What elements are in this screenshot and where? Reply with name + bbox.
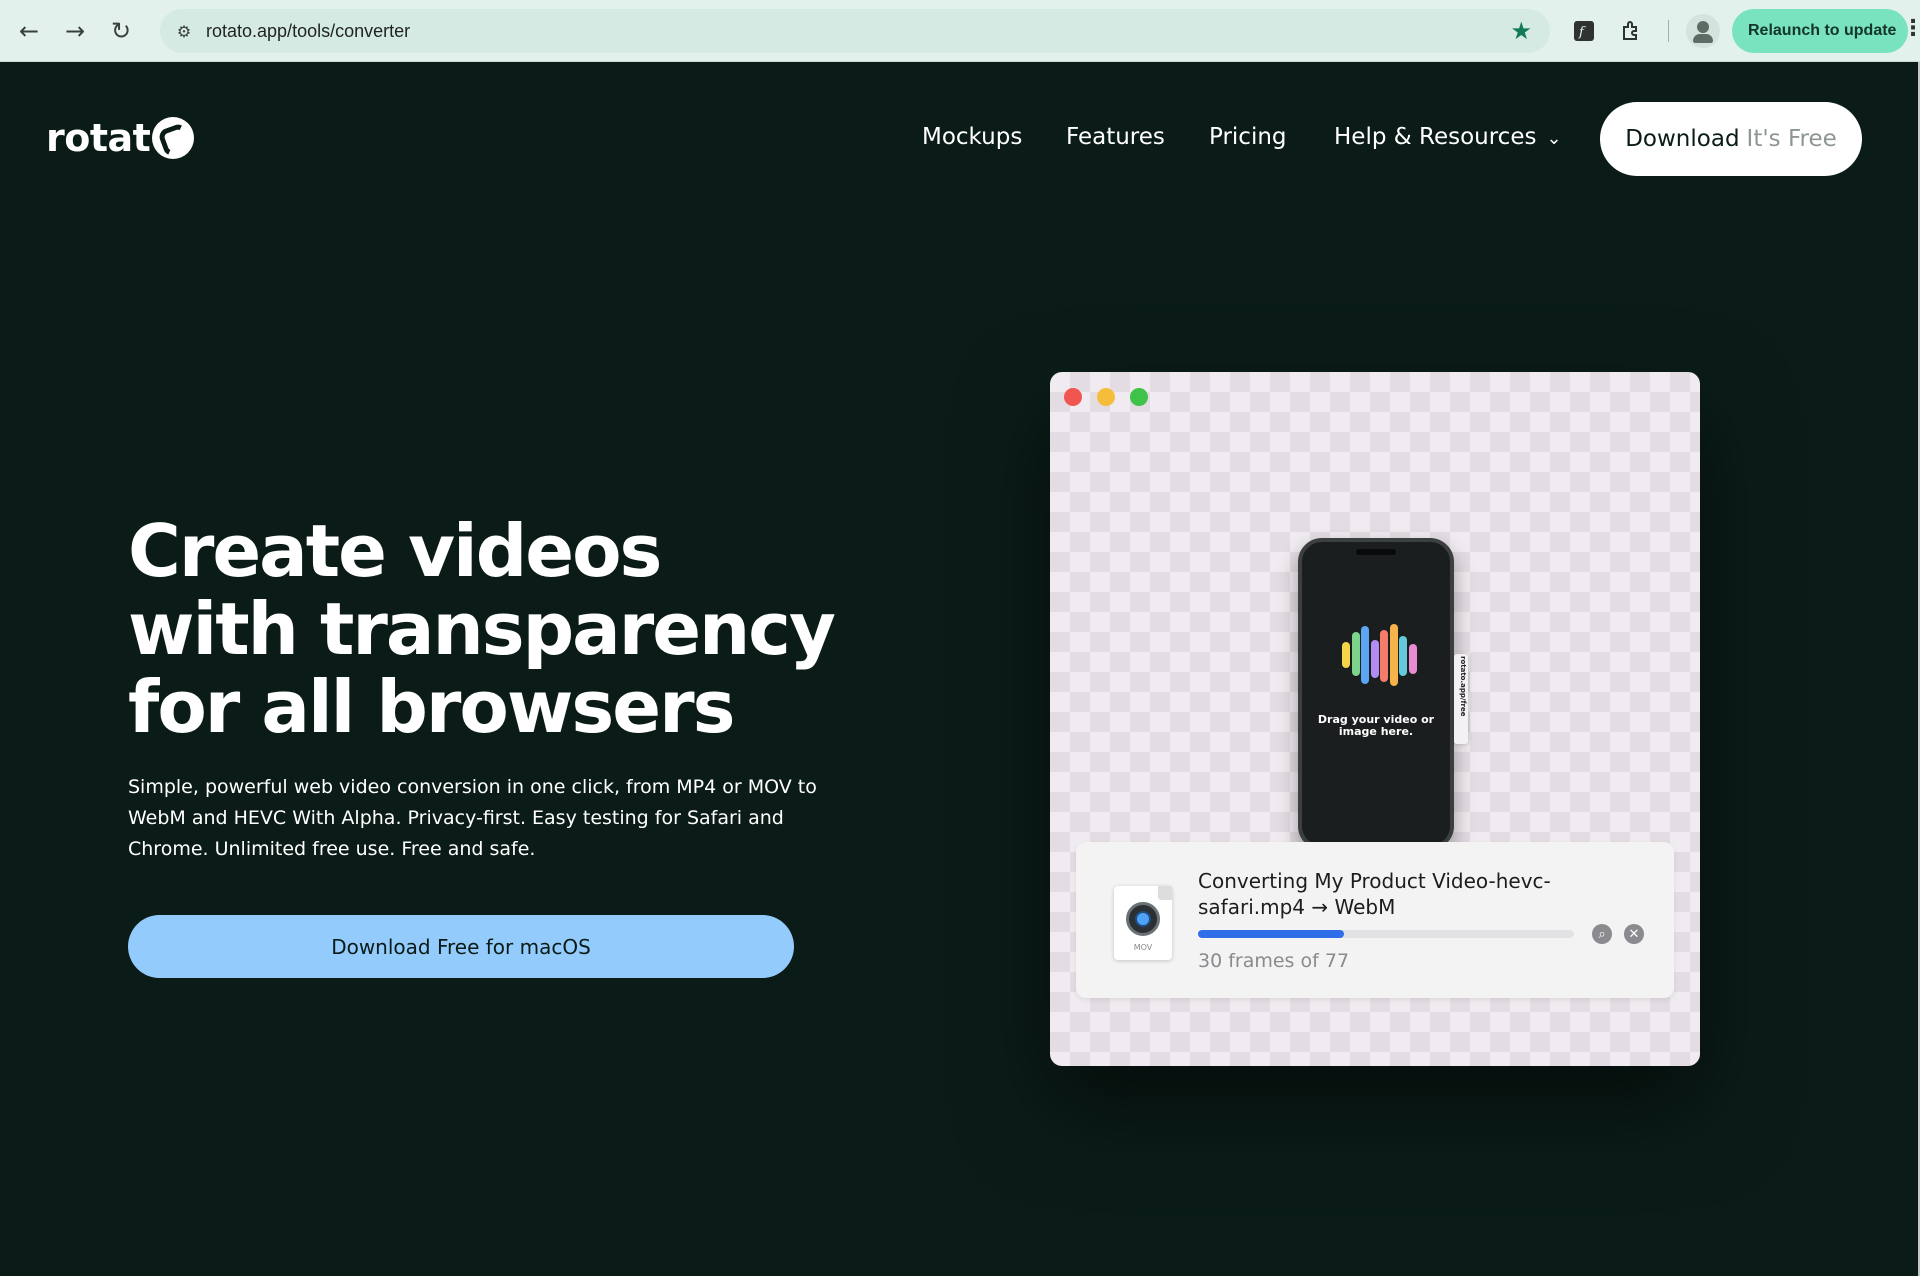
page-body: rotat Mockups Features Pricing Help & Re… [0,62,1920,1276]
rotato-logo[interactable]: rotat [46,116,195,160]
hero-title-line-1: Create videos [128,509,662,593]
download-button-header[interactable]: Download It's Free [1600,102,1862,176]
conversion-card: MOV Converting My Product Video-hevc-saf… [1076,842,1674,998]
logo-bar [1351,632,1360,676]
nav-mockups[interactable]: Mockups [922,124,1022,150]
logo-bar [1408,644,1417,674]
download-sub-label: It's Free [1746,126,1837,152]
cancel-close-icon[interactable]: ✕ [1624,924,1644,944]
phone-logo-bars [1342,622,1418,692]
mov-file-icon: MOV [1114,886,1172,960]
phone-side-label: rotato.app/free [1454,654,1468,744]
phone-drop-text: Drag your video or image here. [1317,713,1435,738]
forward-icon[interactable]: → [52,8,98,54]
logo-bar [1361,626,1369,684]
relaunch-button[interactable]: Relaunch to update [1732,9,1908,53]
progress-bar [1198,930,1574,938]
app-window-mockup: Drag your video or image here. rotato.ap… [1050,372,1700,1066]
extension-font-icon[interactable]: f [1568,15,1600,47]
nav-features[interactable]: Features [1066,124,1165,150]
logo-text: rotat [46,116,151,160]
logo-bar [1342,642,1350,668]
url-text[interactable]: rotato.app/tools/converter [206,21,410,42]
download-label: Download [1625,126,1740,152]
progress-label: 30 frames of 77 [1198,950,1350,972]
phone-notch [1356,549,1396,555]
reveal-search-icon[interactable]: ⌕ [1592,924,1612,944]
conversion-title: Converting My Product Video-hevc-safari.… [1198,869,1551,919]
logo-bar [1399,636,1407,676]
logo-bar [1370,640,1379,678]
chevron-down-icon: ⌄ [1546,128,1562,149]
profile-icon[interactable] [1686,14,1720,48]
progress-fill [1198,930,1345,938]
logo-bar [1389,624,1398,686]
file-ext-label: MOV [1133,943,1153,952]
phone-side-text: rotato.app/free [1459,656,1467,717]
hero-title: Create videos with transparency for all … [128,512,848,746]
logo-bar [1380,630,1388,682]
logo-o-icon [152,117,195,159]
nav-pricing[interactable]: Pricing [1209,124,1287,150]
browser-toolbar: ← → ↻ ⚙ rotato.app/tools/converter ★ f R… [0,0,1920,62]
address-bar[interactable]: ⚙ rotato.app/tools/converter ★ [160,9,1550,53]
download-macos-button[interactable]: Download Free for macOS [128,915,794,978]
nav-help-label: Help & Resources [1334,124,1537,150]
window-minimize-dot [1097,388,1115,406]
phone-mockup: Drag your video or image here. [1298,538,1454,850]
hero-title-line-2: with transparency [128,587,836,671]
toolbar-divider [1668,20,1669,42]
extensions-puzzle-icon[interactable] [1616,15,1648,47]
window-close-dot [1064,388,1082,406]
window-zoom-dot [1130,388,1148,406]
reload-icon[interactable]: ↻ [98,8,144,54]
nav-help-resources[interactable]: Help & Resources ⌄ [1334,124,1562,150]
hero-title-line-3: for all browsers [128,665,735,749]
site-info-icon[interactable]: ⚙ [168,15,200,47]
hero-subtitle: Simple, powerful web video conversion in… [128,776,817,860]
menu-kebab-icon[interactable]: ⋮ [1902,16,1920,41]
back-icon[interactable]: ← [6,8,52,54]
bookmark-star-icon[interactable]: ★ [1510,17,1532,45]
